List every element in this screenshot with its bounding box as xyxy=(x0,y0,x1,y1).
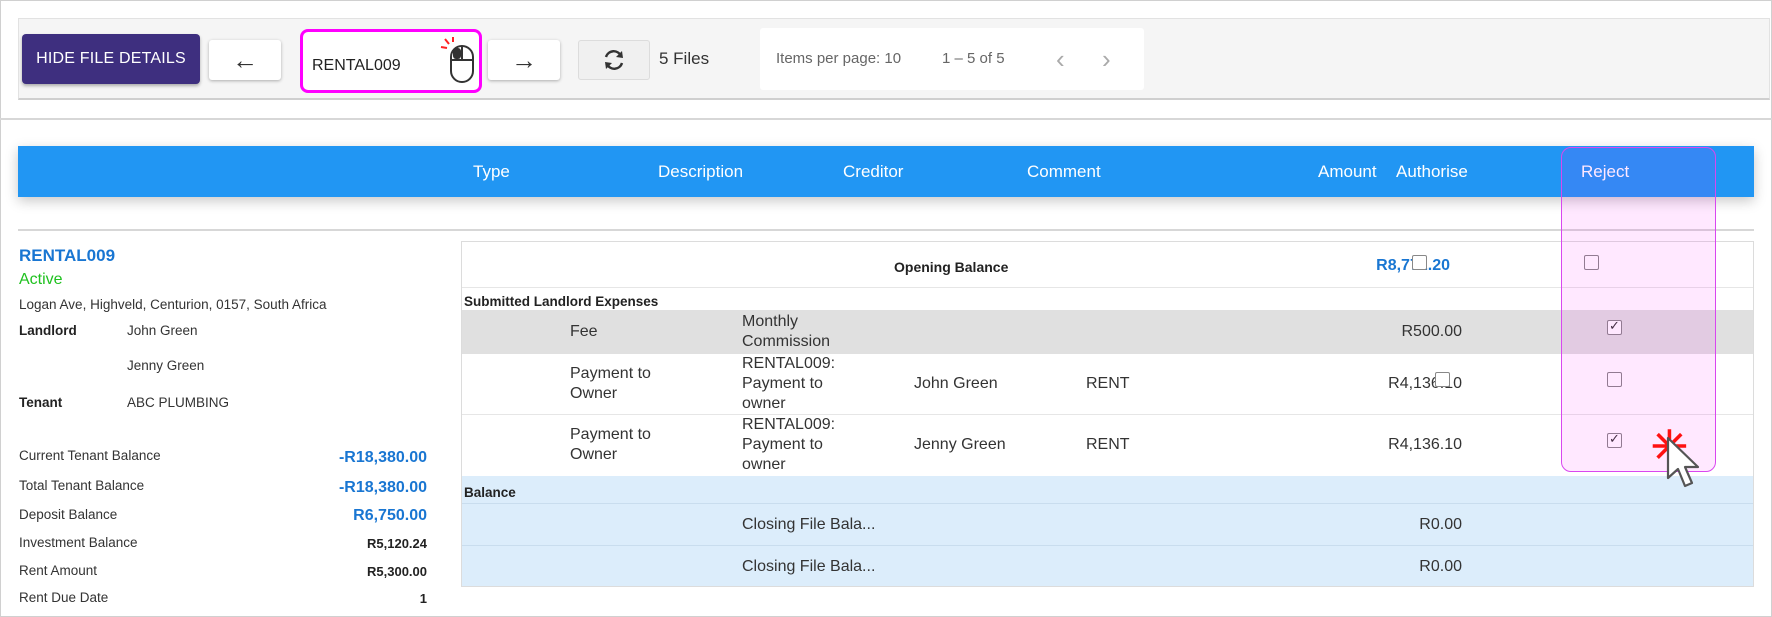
next-page-icon[interactable]: › xyxy=(1102,44,1111,75)
landlord-name: John Green xyxy=(127,323,198,338)
balance-label: Deposit Balance xyxy=(19,507,118,522)
row-amount: R500.00 xyxy=(1401,323,1463,340)
section-label: Balance xyxy=(464,485,516,500)
balance-value: R5,300.00 xyxy=(367,564,427,579)
row-comment: RENT xyxy=(1086,436,1130,453)
table-row: Opening Balance R8,772.20 xyxy=(462,242,1753,288)
table-row[interactable]: Payment to Owner RENTAL009: Payment to o… xyxy=(462,354,1753,415)
balance-value: -R18,380.00 xyxy=(338,479,427,496)
table-header-bar: Type Description Creditor Comment Amount… xyxy=(18,146,1754,197)
row-description: RENTAL009: Payment to owner xyxy=(742,416,836,473)
balance-label: Investment Balance xyxy=(19,535,138,550)
authorise-checkbox[interactable] xyxy=(1435,372,1450,387)
next-file-button[interactable]: → xyxy=(488,40,560,80)
paginator: Items per page: 10 1 – 5 of 5 ‹ › xyxy=(760,28,1144,90)
mouse-click-icon xyxy=(440,37,474,83)
balance-label: Current Tenant Balance xyxy=(19,448,161,463)
property-id[interactable]: RENTAL009 xyxy=(19,246,115,266)
balance-label: Rent Due Date xyxy=(19,590,109,605)
row-creditor: Jenny Green xyxy=(914,436,1006,453)
table-row[interactable]: Fee Monthly Commission R500.00 xyxy=(462,310,1753,354)
balance-value: R5,120.24 xyxy=(367,536,427,551)
previous-file-button[interactable]: ← xyxy=(209,40,281,80)
row-creditor: John Green xyxy=(914,375,998,392)
section-header: Submitted Landlord Expenses xyxy=(462,288,1753,310)
items-per-page-select[interactable]: Items per page: 10 xyxy=(776,50,901,67)
files-count: 5 Files xyxy=(659,49,710,68)
refresh-icon xyxy=(604,50,624,70)
row-amount: R4,136.10 xyxy=(1388,375,1462,392)
row-comment: RENT xyxy=(1086,375,1130,392)
row-amount: R4,136.10 xyxy=(1388,436,1462,453)
refresh-button[interactable] xyxy=(578,40,650,80)
landlord-name: Jenny Green xyxy=(127,358,205,373)
row-description: Monthly Commission xyxy=(742,313,831,350)
column-header-amount: Amount xyxy=(1318,162,1377,181)
table-row: Closing File Bala... R0.00 xyxy=(462,546,1753,586)
column-header-comment: Comment xyxy=(1027,162,1101,181)
column-header-type: Type xyxy=(473,162,510,181)
mouse-cursor-icon xyxy=(1666,436,1700,488)
column-header-description: Description xyxy=(658,162,744,181)
section-header: Balance xyxy=(462,476,1753,504)
row-amount: R0.00 xyxy=(1419,516,1462,533)
balance-label: Total Tenant Balance xyxy=(19,478,145,493)
balance-value: -R18,380.00 xyxy=(338,449,427,466)
file-search-value: RENTAL009 xyxy=(312,57,401,74)
section-label: Submitted Landlord Expenses xyxy=(464,294,659,309)
row-type: Payment to Owner xyxy=(570,426,651,463)
authorise-checkbox[interactable] xyxy=(1412,255,1427,270)
row-amount: R0.00 xyxy=(1419,558,1462,575)
row-description: Closing File Bala... xyxy=(742,516,876,533)
column-header-creditor: Creditor xyxy=(843,162,904,181)
table-row: Closing File Bala... R0.00 xyxy=(462,504,1753,546)
previous-page-icon[interactable]: ‹ xyxy=(1056,44,1065,75)
page-range-label: 1 – 5 of 5 xyxy=(942,50,1005,67)
reject-column-highlight xyxy=(1561,147,1716,472)
property-status: Active xyxy=(19,271,63,288)
row-type: Fee xyxy=(570,323,598,340)
opening-balance-label: Opening Balance xyxy=(894,259,1009,275)
header-divider xyxy=(18,229,1754,231)
balance-value: 1 xyxy=(419,591,427,606)
landlord-label: Landlord xyxy=(19,323,77,338)
column-header-authorise: Authorise xyxy=(1396,162,1468,181)
table-row[interactable]: Payment to Owner RENTAL009: Payment to o… xyxy=(462,415,1753,476)
hide-file-details-button[interactable]: HIDE FILE DETAILS xyxy=(22,34,200,84)
row-description: Closing File Bala... xyxy=(742,558,876,575)
property-address: Logan Ave, Highveld, Centurion, 0157, So… xyxy=(19,297,327,312)
row-description: RENTAL009: Payment to owner xyxy=(742,355,836,412)
row-type: Payment to Owner xyxy=(570,365,651,402)
tenant-label: Tenant xyxy=(19,395,63,410)
file-search-input[interactable]: RENTAL009 xyxy=(300,29,482,93)
balance-value: R6,750.00 xyxy=(353,507,427,524)
tenant-name: ABC PLUMBING xyxy=(127,395,230,410)
toolbar-divider xyxy=(0,118,1772,120)
balance-label: Rent Amount xyxy=(19,563,98,578)
